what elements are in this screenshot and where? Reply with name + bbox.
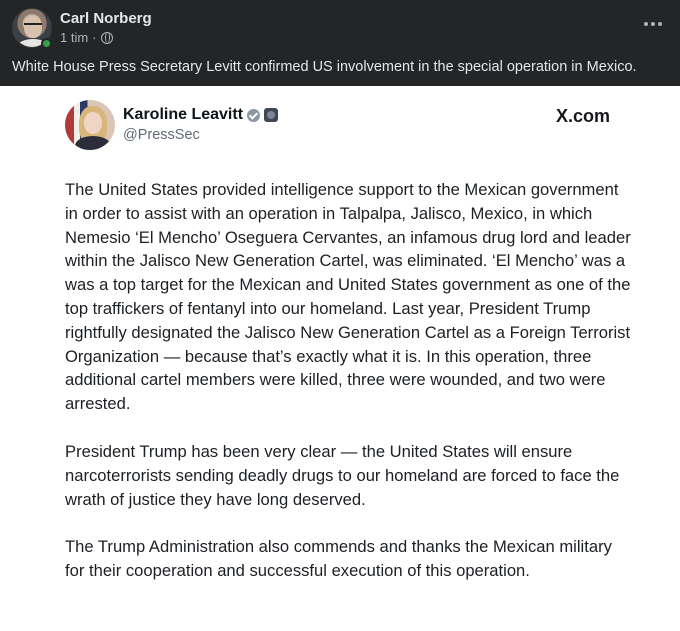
globe-icon — [100, 31, 113, 44]
avatar-glasses — [24, 23, 42, 27]
tweet-paragraph: President Trump has been very clear — th… — [65, 441, 620, 509]
post-meta: 1 tim · — [60, 30, 113, 45]
post-header: Carl Norberg 1 tim · — [0, 0, 680, 58]
dot — [658, 22, 662, 26]
dot — [644, 22, 648, 26]
tweet-author-name-row: Karoline Leavitt — [123, 106, 279, 124]
dot — [651, 22, 655, 26]
avatar-face — [24, 16, 42, 38]
tweet-author-avatar — [65, 100, 115, 150]
meta-separator: · — [92, 30, 97, 45]
verified-icon — [247, 108, 261, 122]
author-name[interactable]: Carl Norberg — [60, 10, 152, 27]
avatar-face — [84, 112, 102, 134]
tweet-screenshot-image[interactable]: Karoline Leavitt @PressSec X.com The Uni… — [0, 86, 680, 631]
avatar-body — [75, 136, 111, 150]
more-options-icon[interactable] — [640, 14, 666, 34]
post-time[interactable]: 1 tim — [60, 30, 88, 45]
facebook-post: Carl Norberg 1 tim · White House Press S… — [0, 0, 680, 631]
tweet-paragraph: The United States provided intelligence … — [65, 180, 631, 414]
online-status-dot — [41, 38, 52, 49]
post-caption: White House Press Secretary Levitt confi… — [12, 59, 637, 75]
gov-badge-icon — [264, 108, 279, 122]
tweet-author-name: Karoline Leavitt — [123, 106, 244, 123]
tweet-body: The United States provided intelligence … — [65, 178, 635, 607]
x-logo: X.com — [556, 106, 611, 126]
tweet-author-handle: @PressSec — [123, 127, 200, 143]
tweet-paragraph: The Trump Administration also commends a… — [65, 537, 612, 581]
